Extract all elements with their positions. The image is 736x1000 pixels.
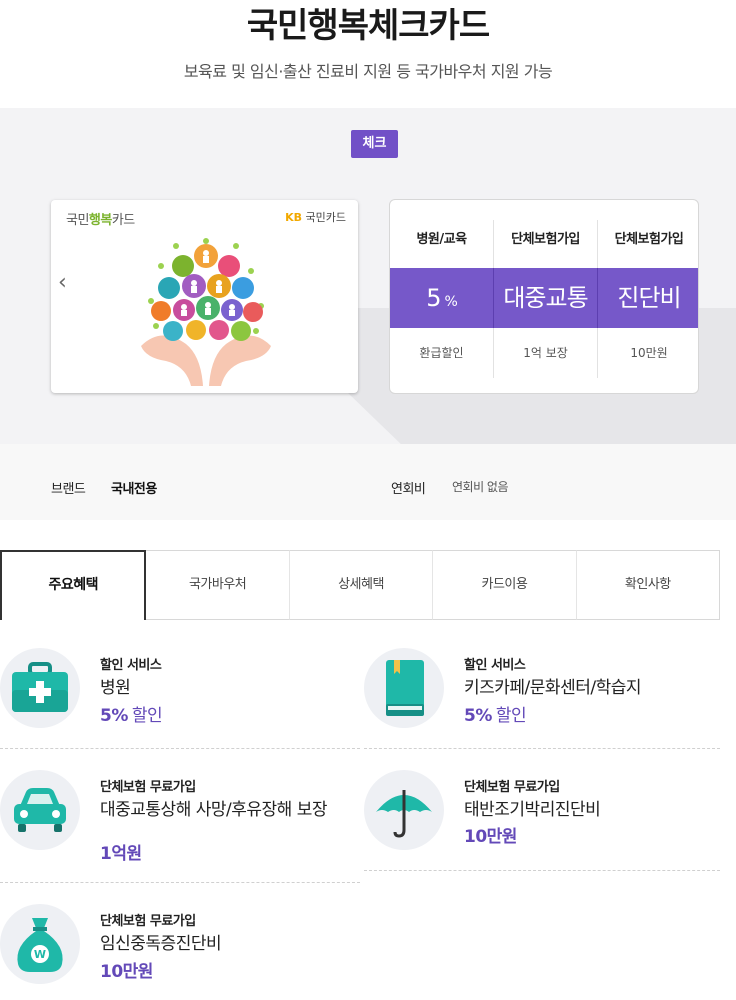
annual-fee-value: 연회비 없음 xyxy=(452,480,509,494)
benefit-item: 단체보험 무료가입 대중교통상해 사망/후유장해 보장 1억원 xyxy=(0,770,360,880)
benefit-head: 병원/교육 xyxy=(416,232,467,247)
money-bag-icon: W xyxy=(0,904,80,984)
item-label: 할인 서비스 xyxy=(464,658,526,673)
product-header: 국민행복체크카드 보육료 및 임신·출산 진료비 지원 등 국가바우처 지원 가… xyxy=(0,0,736,108)
benefit-item: 단체보험 무료가입 태반조기박리진단비 10만원 xyxy=(364,770,724,870)
benefit-item: W 단체보험 무료가입 임신중독증진단비 10만원 xyxy=(0,904,360,1000)
tab-card-usage[interactable]: 카드이용 xyxy=(433,550,577,620)
item-amount: 1억원 xyxy=(100,844,142,864)
benefit-column: 단체보험가입 진단비 10만원 xyxy=(597,200,698,393)
benefit-head: 단체보험가입 xyxy=(597,220,698,268)
page-title: 국민행복체크카드 xyxy=(246,6,490,46)
item-amount: 10만원 xyxy=(464,827,517,847)
card-type-badge: 체크 xyxy=(351,130,398,158)
benefit-foot: 1억 보장 xyxy=(493,328,597,378)
tab-detailed-benefits[interactable]: 상세혜택 xyxy=(289,550,434,620)
benefit-value: 5% xyxy=(390,268,493,328)
tab-notices[interactable]: 확인사항 xyxy=(576,550,721,620)
divider xyxy=(0,882,360,883)
benefit-value: 진단비 xyxy=(597,268,698,328)
item-amount: 5% 할인 xyxy=(464,706,527,726)
benefit-column: 단체보험가입 대중교통 1억 보장 xyxy=(493,200,597,393)
card-info-row: 브랜드 국내전용 연회비 연회비 없음 xyxy=(0,444,736,520)
benefit-column: 병원/교육 5% 환급할인 xyxy=(390,200,493,393)
tab-main-benefits[interactable]: 주요혜택 xyxy=(0,550,147,620)
page-subtitle: 보육료 및 임신·출산 진료비 지원 등 국가바우처 지원 가능 xyxy=(183,62,553,81)
benefit-value: 대중교통 xyxy=(493,268,597,328)
item-label: 단체보험 무료가입 xyxy=(464,780,560,795)
item-label: 할인 서비스 xyxy=(100,658,162,673)
carousel-prev-button[interactable]: ‹ xyxy=(58,272,67,294)
car-icon xyxy=(0,770,80,850)
item-amount: 10만원 xyxy=(100,962,153,982)
divider xyxy=(364,748,720,749)
annual-fee-label: 연회비 xyxy=(391,482,426,497)
item-desc: 키즈카페/문화센터/학습지 xyxy=(464,678,642,698)
first-aid-kit-icon xyxy=(0,648,80,728)
item-desc: 태반조기박리진단비 xyxy=(464,800,601,820)
benefit-item: 할인 서비스 병원 5% 할인 xyxy=(0,648,360,748)
item-label: 단체보험 무료가입 xyxy=(100,914,196,929)
svg-text:W: W xyxy=(34,948,46,961)
detail-tabs: 주요혜택 국가바우처 상세혜택 카드이용 확인사항 xyxy=(0,550,721,620)
item-label: 단체보험 무료가입 xyxy=(100,780,196,795)
book-icon xyxy=(364,648,444,728)
benefit-summary: 병원/교육 5% 환급할인 단체보험가입 대중교통 1억 보장 단체보험가입 진… xyxy=(389,199,699,394)
benefit-foot: 10만원 xyxy=(597,328,698,378)
card-hero: 체크 국민행복카드 KB 국민카드 ‹ 병원/교육 5 % 환급할인 단체보험가… xyxy=(0,108,736,444)
tree-illustration xyxy=(141,238,271,386)
item-desc: 임신중독증진단비 xyxy=(100,934,222,954)
item-desc: 병원 xyxy=(100,678,131,698)
umbrella-icon xyxy=(364,770,444,850)
divider xyxy=(0,748,360,749)
kb-logo: KB 국민카드 xyxy=(285,211,346,224)
item-amount: 5% 할인 xyxy=(100,706,163,726)
brand-value: 국내전용 xyxy=(111,482,157,497)
benefit-head: 단체보험가입 xyxy=(493,220,597,268)
item-desc: 대중교통상해 사망/후유장해 보장 xyxy=(100,800,328,820)
tab-national-voucher[interactable]: 국가바우처 xyxy=(146,550,290,620)
card-name-label: 국민행복카드 xyxy=(66,213,135,228)
benefit-foot: 환급할인 xyxy=(419,346,464,360)
benefit-item: 할인 서비스 키즈카페/문화센터/학습지 5% 할인 xyxy=(364,648,724,748)
card-image: 국민행복카드 KB 국민카드 xyxy=(51,200,358,393)
divider xyxy=(364,870,720,871)
brand-label: 브랜드 xyxy=(51,482,86,497)
